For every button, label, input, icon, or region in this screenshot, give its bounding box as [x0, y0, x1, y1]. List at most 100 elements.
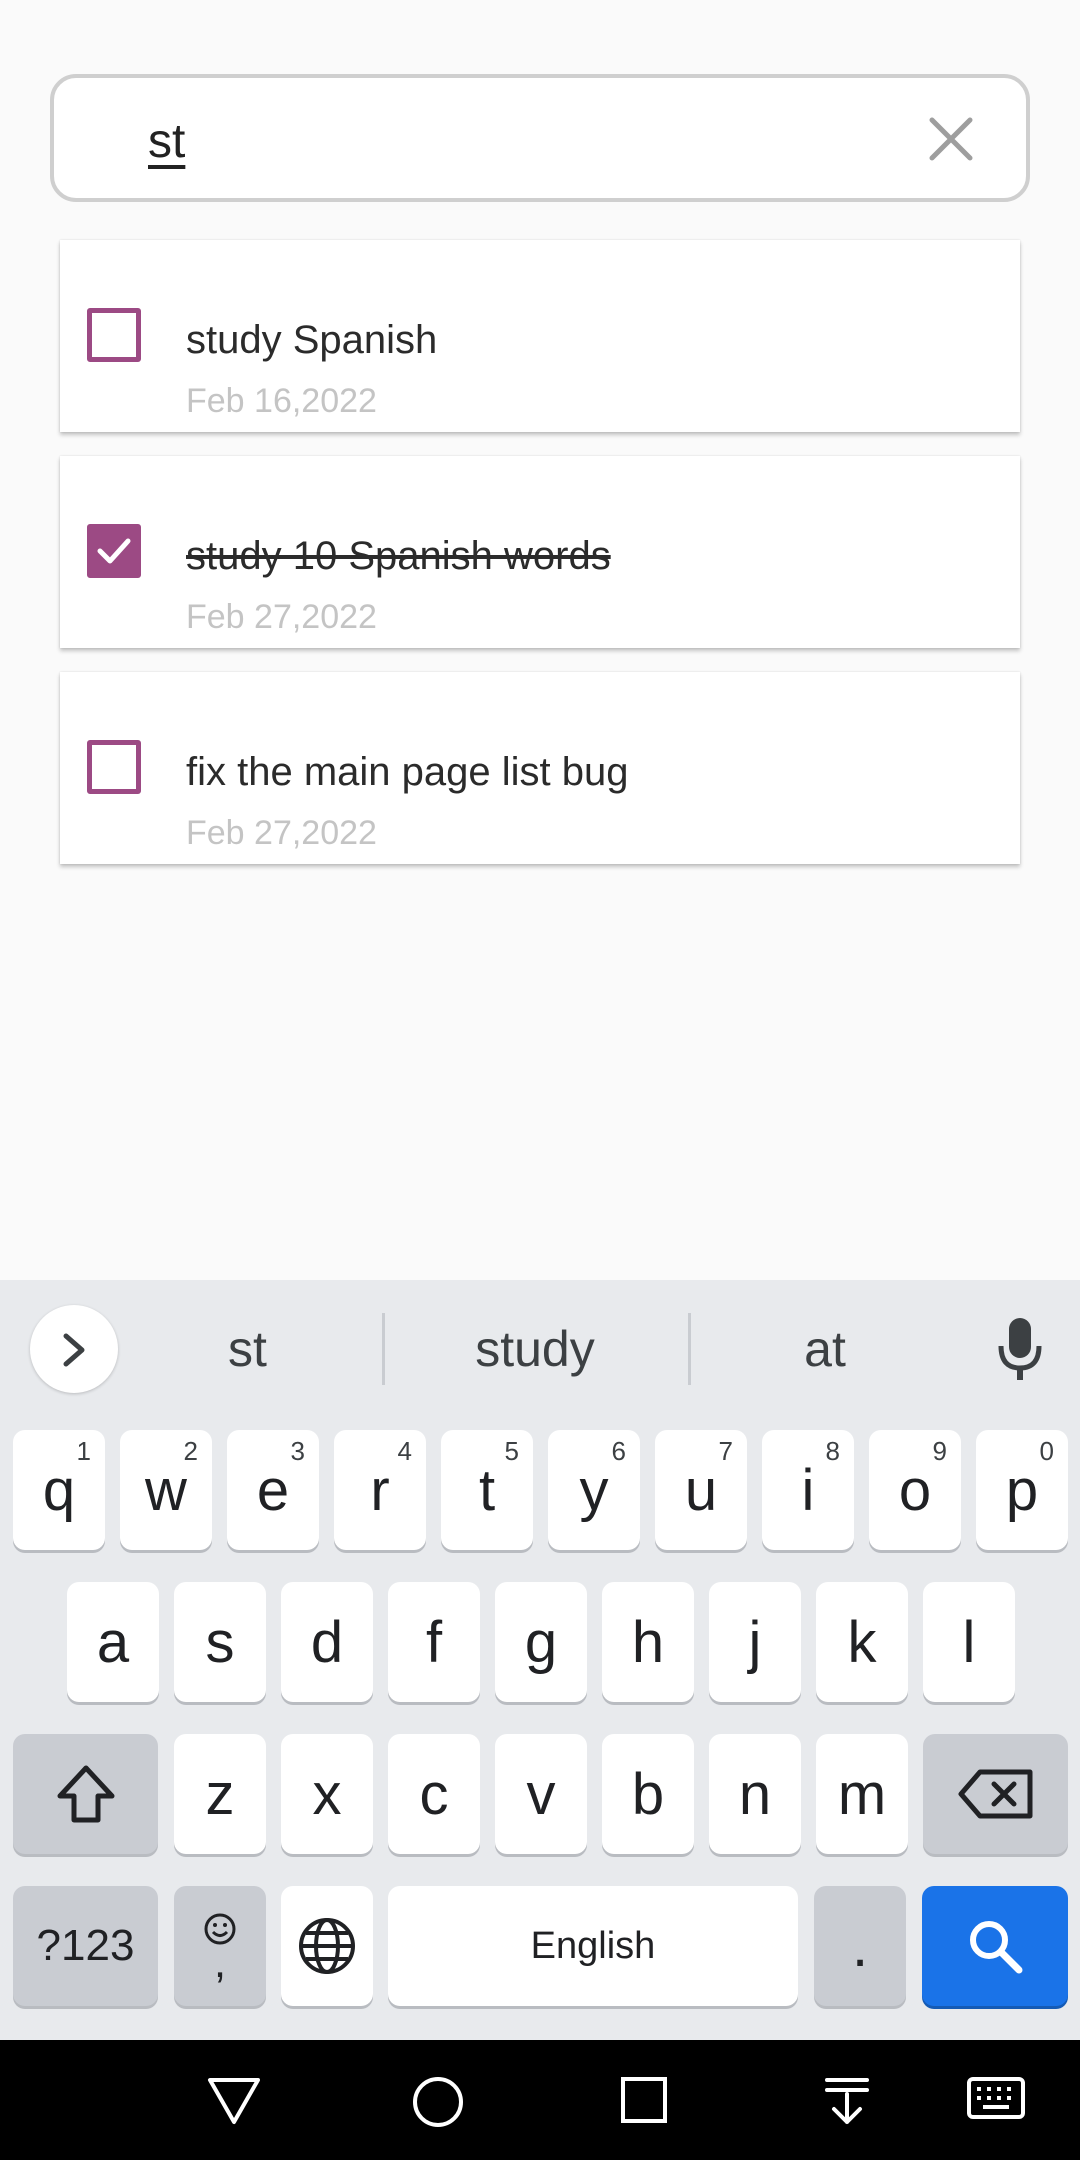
expand-suggestions-button[interactable]: [30, 1305, 118, 1393]
key-label: n: [738, 1761, 772, 1827]
key-label: v: [526, 1761, 556, 1827]
key-hint: 7: [718, 1436, 733, 1466]
todo-date: Feb 27,2022: [186, 814, 377, 852]
search-icon: [970, 1921, 1023, 1974]
chevron-right-icon: [63, 1333, 85, 1367]
key-hint: 1: [76, 1436, 91, 1466]
close-icon[interactable]: [928, 116, 974, 162]
todo-checkbox-checked[interactable]: [87, 524, 141, 578]
key-x[interactable]: x: [281, 1734, 373, 1854]
key-q[interactable]: q1: [13, 1430, 105, 1550]
soft-keyboard: st study at q1 w2 e3 r4 t5 y6 u7 i8 o9 p…: [0, 1280, 1080, 2040]
search-key[interactable]: [922, 1886, 1068, 2006]
key-hint: 6: [611, 1436, 626, 1466]
key-r[interactable]: r4: [334, 1430, 426, 1550]
key-label: c: [419, 1761, 449, 1827]
key-label: s: [205, 1609, 235, 1675]
notification-pulldown-icon[interactable]: [822, 2076, 872, 2126]
key-label: g: [524, 1609, 558, 1675]
todo-item[interactable]: study 10 Spanish words Feb 27,2022: [60, 456, 1020, 648]
key-e[interactable]: e3: [227, 1430, 319, 1550]
todo-checkbox[interactable]: [87, 308, 141, 362]
key-o[interactable]: o9: [869, 1430, 961, 1550]
backspace-key[interactable]: [923, 1734, 1068, 1854]
space-key[interactable]: English: [388, 1886, 798, 2006]
key-y[interactable]: y6: [548, 1430, 640, 1550]
todo-checkbox[interactable]: [87, 740, 141, 794]
todo-title: fix the main page list bug: [186, 750, 629, 794]
todo-item[interactable]: study Spanish Feb 16,2022: [60, 240, 1020, 432]
suggestion-3[interactable]: at: [730, 1320, 920, 1378]
key-j[interactable]: j: [709, 1582, 801, 1702]
key-label: l: [962, 1609, 976, 1675]
key-hint: 3: [290, 1436, 305, 1466]
key-label: h: [631, 1609, 665, 1675]
language-key[interactable]: [281, 1886, 373, 2006]
key-label: p: [1005, 1457, 1039, 1523]
suggestion-1[interactable]: st: [150, 1320, 345, 1378]
shift-icon: [57, 1765, 114, 1823]
system-navigation-bar: [0, 2040, 1080, 2160]
keyboard-switch-icon[interactable]: [966, 2076, 1026, 2120]
key-k[interactable]: k: [816, 1582, 908, 1702]
search-input[interactable]: st: [148, 114, 185, 169]
key-label: y: [579, 1457, 609, 1523]
key-t[interactable]: t5: [441, 1430, 533, 1550]
todo-title: study Spanish: [186, 318, 438, 362]
key-label: .: [851, 1913, 869, 1979]
key-label: ?123: [36, 1921, 135, 1970]
period-key[interactable]: .: [814, 1886, 906, 2006]
key-d[interactable]: d: [281, 1582, 373, 1702]
key-label: j: [748, 1609, 762, 1675]
key-i[interactable]: i8: [762, 1430, 854, 1550]
key-label: u: [684, 1457, 718, 1523]
key-c[interactable]: c: [388, 1734, 480, 1854]
search-field[interactable]: st: [50, 74, 1030, 202]
key-m[interactable]: m: [816, 1734, 908, 1854]
todo-item[interactable]: fix the main page list bug Feb 27,2022: [60, 672, 1020, 864]
key-label: w: [145, 1457, 187, 1523]
key-u[interactable]: u7: [655, 1430, 747, 1550]
shift-key[interactable]: [13, 1734, 158, 1854]
key-b[interactable]: b: [602, 1734, 694, 1854]
recents-icon[interactable]: [620, 2076, 668, 2124]
key-n[interactable]: n: [709, 1734, 801, 1854]
key-label: i: [801, 1457, 815, 1523]
home-icon[interactable]: [412, 2076, 464, 2128]
key-label: x: [312, 1761, 342, 1827]
key-hint: 0: [1039, 1436, 1054, 1466]
key-l[interactable]: l: [923, 1582, 1015, 1702]
key-v[interactable]: v: [495, 1734, 587, 1854]
key-label: b: [631, 1761, 665, 1827]
key-s[interactable]: s: [174, 1582, 266, 1702]
key-hint: 2: [183, 1436, 198, 1466]
app-screen: st study Spanish Feb 16,2022 study 10 Sp…: [0, 0, 1080, 1280]
suggestion-2[interactable]: study: [425, 1320, 645, 1378]
key-label: ,: [213, 1938, 227, 1987]
key-label: r: [370, 1457, 390, 1523]
key-a[interactable]: a: [67, 1582, 159, 1702]
key-f[interactable]: f: [388, 1582, 480, 1702]
comma-emoji-key[interactable]: ,: [174, 1886, 266, 2006]
backspace-icon: [958, 1769, 1032, 1819]
key-label: English: [530, 1924, 656, 1967]
key-label: o: [898, 1457, 932, 1523]
key-g[interactable]: g: [495, 1582, 587, 1702]
globe-icon: [299, 1918, 355, 1974]
key-label: z: [205, 1761, 235, 1827]
microphone-icon[interactable]: [996, 1316, 1044, 1382]
key-label: a: [96, 1609, 130, 1675]
key-p[interactable]: p0: [976, 1430, 1068, 1550]
back-icon[interactable]: [206, 2076, 262, 2126]
key-z[interactable]: z: [174, 1734, 266, 1854]
key-hint: 4: [397, 1436, 412, 1466]
todo-date: Feb 27,2022: [186, 598, 377, 636]
key-label: e: [256, 1457, 290, 1523]
key-label: k: [847, 1609, 877, 1675]
key-hint: 9: [932, 1436, 947, 1466]
key-w[interactable]: w2: [120, 1430, 212, 1550]
key-hint: 8: [825, 1436, 840, 1466]
symbols-key[interactable]: ?123: [13, 1886, 158, 2006]
key-h[interactable]: h: [602, 1582, 694, 1702]
key-label: q: [42, 1457, 76, 1523]
